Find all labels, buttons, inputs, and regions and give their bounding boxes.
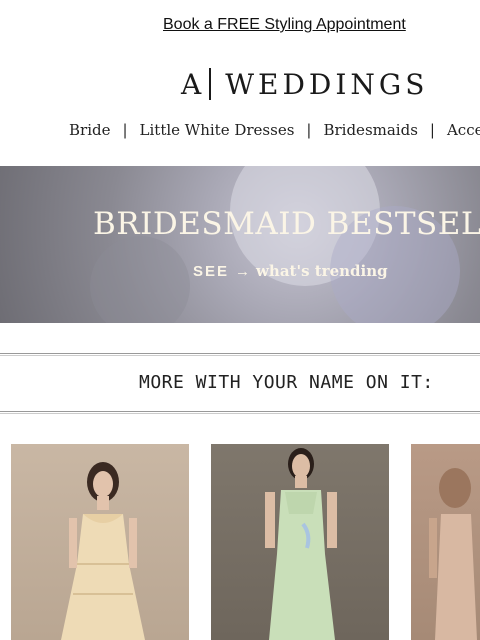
nav-item-bride[interactable]: Bride [69, 121, 110, 139]
product-image [429, 468, 477, 640]
product-card[interactable] [11, 444, 189, 640]
main-nav: Bride | Little White Dresses | Bridesmaids | A… [69, 121, 480, 139]
product-image [61, 462, 145, 640]
section-divider-bottom [0, 411, 480, 414]
nav-item-little-white-dresses[interactable]: Little White Dresses [140, 121, 295, 139]
brand-logo[interactable]: A WEDDINGS [181, 68, 428, 101]
product-image [265, 448, 337, 640]
styling-appointment-link[interactable]: Book a FREE Styling Appointment [163, 16, 406, 34]
hero-cta-see: SEE [193, 263, 230, 280]
logo-divider [209, 68, 212, 100]
logo-wordmark: WEDDINGS [225, 68, 429, 101]
hero-floral-shape [90, 236, 190, 323]
product-card[interactable] [411, 444, 480, 640]
nav-separator: | [429, 121, 435, 139]
logo-letter: A [181, 68, 206, 101]
hero-title: BRIDESMAID BESTSELLER [93, 206, 480, 242]
hero-cta-text: what's trending [256, 262, 388, 280]
hero-banner[interactable]: BRIDESMAID BESTSELLER [0, 166, 480, 323]
nav-separator: | [306, 121, 312, 139]
section-divider-top [0, 353, 480, 356]
nav-separator: | [122, 121, 128, 139]
hero-cta-link[interactable]: SEE → what's trending [193, 262, 388, 280]
nav-item-accessories[interactable]: Acces [447, 121, 480, 139]
arrow-right-icon: → [235, 263, 251, 280]
product-card[interactable] [211, 444, 389, 640]
section-title: MORE WITH YOUR NAME ON IT: [139, 372, 434, 393]
nav-item-bridesmaids[interactable]: Bridesmaids [323, 121, 417, 139]
